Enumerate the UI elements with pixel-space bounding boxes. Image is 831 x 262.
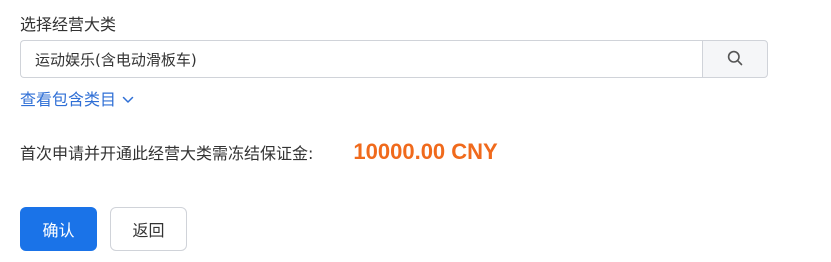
- confirm-button[interactable]: 确认: [20, 207, 97, 251]
- view-categories-label: 查看包含类目: [20, 90, 117, 109]
- deposit-amount: 10000.00 CNY: [353, 139, 498, 164]
- chevron-down-icon: [122, 96, 134, 104]
- back-button[interactable]: 返回: [110, 207, 187, 251]
- category-search-input[interactable]: [20, 40, 702, 78]
- search-button[interactable]: [702, 40, 768, 78]
- view-categories-link[interactable]: 查看包含类目: [20, 89, 134, 111]
- category-search-group: [20, 40, 768, 78]
- category-label: 选择经营大类: [20, 15, 117, 34]
- deposit-notice: 首次申请并开通此经营大类需冻结保证金:: [20, 144, 314, 163]
- search-icon: [727, 50, 743, 69]
- deposit-row: 首次申请并开通此经营大类需冻结保证金: 10000.00 CNY: [20, 138, 498, 166]
